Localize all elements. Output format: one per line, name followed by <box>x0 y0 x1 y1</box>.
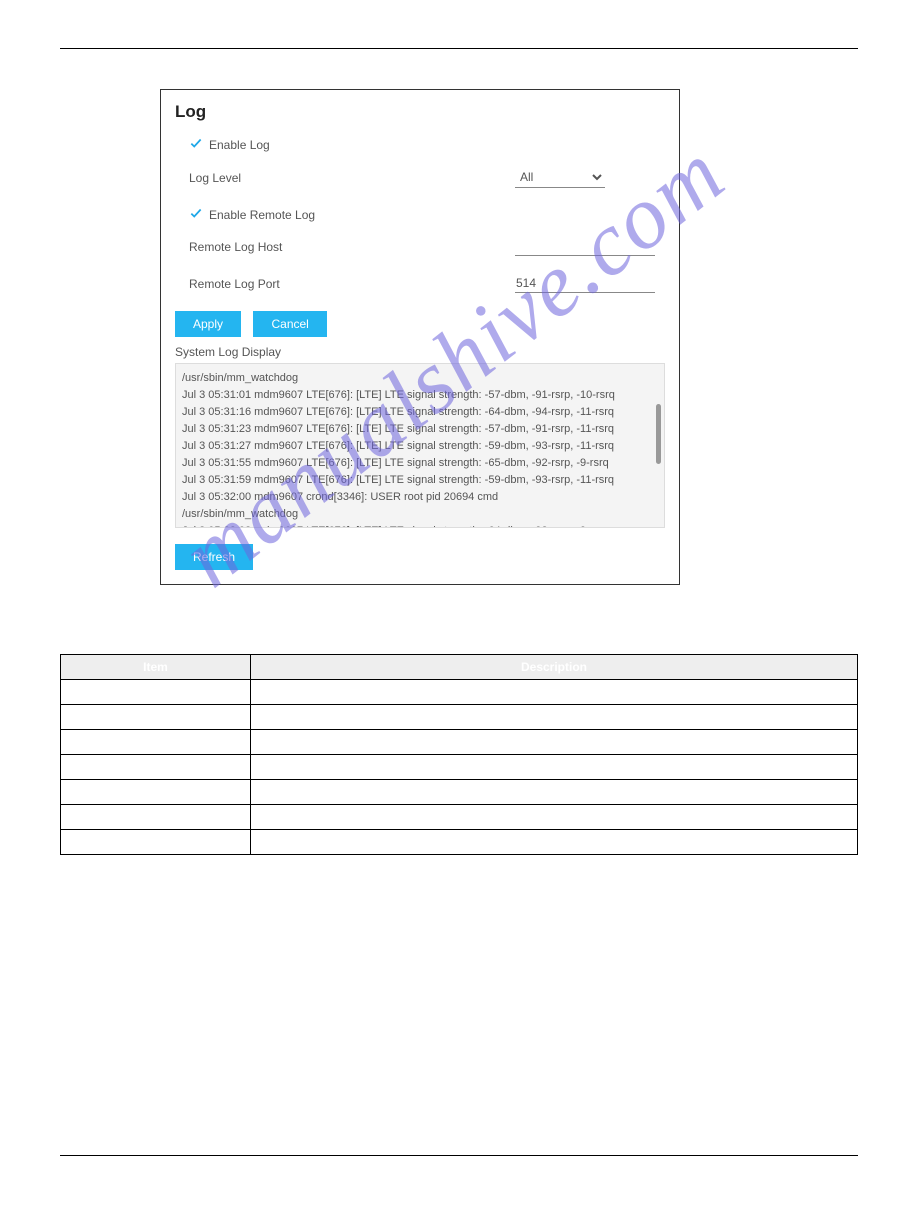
footer-version: Version 0.1.1 <box>60 1160 124 1172</box>
enable-remote-row[interactable]: Enable Remote Log <box>189 206 665 223</box>
enable-log-row[interactable]: Enable Log <box>189 136 665 153</box>
remote-port-label: Remote Log Port <box>189 277 515 291</box>
log-line: Jul 3 05:31:55 mdm9607 LTE[676]: [LTE] L… <box>182 455 658 472</box>
table-row: Enable LogEnable/disable log function <box>61 679 858 704</box>
remote-host-input[interactable] <box>515 237 655 256</box>
log-level-select[interactable]: All <box>515 167 605 188</box>
log-line: Jul 3 05:32:00 mdm9607 crond[3346]: USER… <box>182 489 658 506</box>
log-level-label: Log Level <box>189 171 515 185</box>
table-row: Remote Log HostIP address of the remote … <box>61 754 858 779</box>
header-rule <box>60 48 858 49</box>
table-row: System Log DisplayLog display window <box>61 804 858 829</box>
enable-log-label: Enable Log <box>209 138 270 152</box>
doc-model: AP-1805 <box>60 30 107 44</box>
log-line: Jul 3 05:32:02 mdm9607 LTE[676]: [LTE] L… <box>182 523 658 528</box>
log-display[interactable]: /usr/sbin/mm_watchdog Jul 3 05:31:01 mdm… <box>175 363 665 528</box>
description-table: Item Description Enable LogEnable/disabl… <box>60 654 858 855</box>
th-item: Item <box>61 654 251 679</box>
apply-button[interactable]: Apply <box>175 311 241 337</box>
figure-caption: Figure 73 – Tools tab, Logs page <box>60 595 858 609</box>
table-row: RefreshRefresh the log display window <box>61 829 858 854</box>
remote-port-input[interactable] <box>515 274 655 293</box>
log-line: Jul 3 05:31:59 mdm9607 LTE[676]: [LTE] L… <box>182 472 658 489</box>
remote-host-label: Remote Log Host <box>189 240 515 254</box>
system-log-title: System Log Display <box>175 345 665 359</box>
table-row: Remote Log PortPort of the remote syslog… <box>61 779 858 804</box>
log-line: Jul 3 05:31:01 mdm9607 LTE[676]: [LTE] L… <box>182 387 658 404</box>
check-icon <box>189 136 209 153</box>
log-line: Jul 3 05:31:23 mdm9607 LTE[676]: [LTE] L… <box>182 421 658 438</box>
log-line: Jul 3 05:31:16 mdm9607 LTE[676]: [LTE] L… <box>182 404 658 421</box>
enable-remote-label: Enable Remote Log <box>209 208 315 222</box>
refresh-button[interactable]: Refresh <box>175 544 253 570</box>
check-icon <box>189 206 209 223</box>
th-desc: Description <box>251 654 858 679</box>
log-line: /usr/sbin/mm_watchdog <box>182 370 658 387</box>
table-row: Log LevelDefine log level – All, debug, … <box>61 704 858 729</box>
doc-brand: ColumbiaTech <box>782 30 858 44</box>
log-line: Jul 3 05:31:27 mdm9607 LTE[676]: [LTE] L… <box>182 438 658 455</box>
log-line: /usr/sbin/mm_watchdog <box>182 506 658 523</box>
cancel-button[interactable]: Cancel <box>253 311 326 337</box>
intro-text: The description of items in this page is… <box>60 629 858 646</box>
scrollbar-thumb[interactable] <box>656 404 661 464</box>
log-settings-panel: Log Enable Log Log Level All Enable Remo… <box>160 89 680 585</box>
table-row: Enable Remote LogEnable/disable log remo… <box>61 729 858 754</box>
footer-page: Page 82 <box>817 1160 858 1172</box>
panel-title: Log <box>175 102 665 122</box>
